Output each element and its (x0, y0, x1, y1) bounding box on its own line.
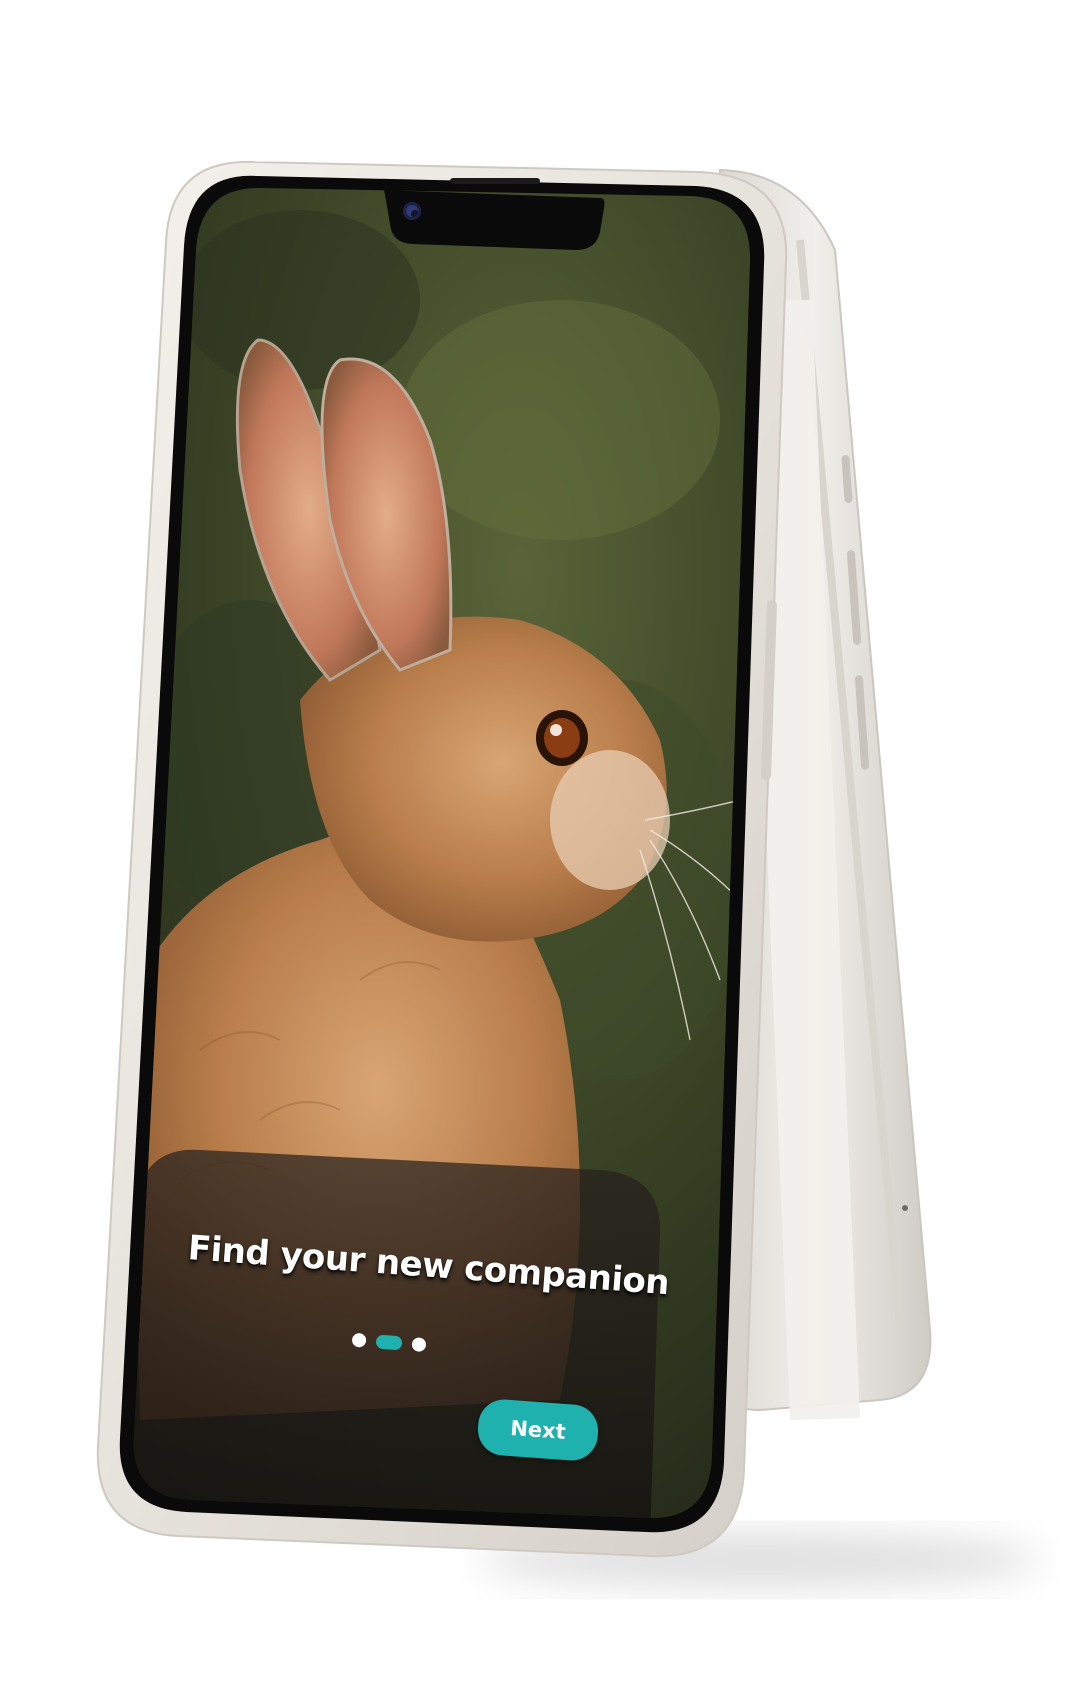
page-dot-1[interactable] (351, 1332, 367, 1348)
front-camera-icon (403, 202, 421, 220)
next-button[interactable]: Next (476, 1397, 600, 1463)
page-dot-3[interactable] (411, 1337, 427, 1353)
page-dot-2-active[interactable] (375, 1334, 403, 1351)
